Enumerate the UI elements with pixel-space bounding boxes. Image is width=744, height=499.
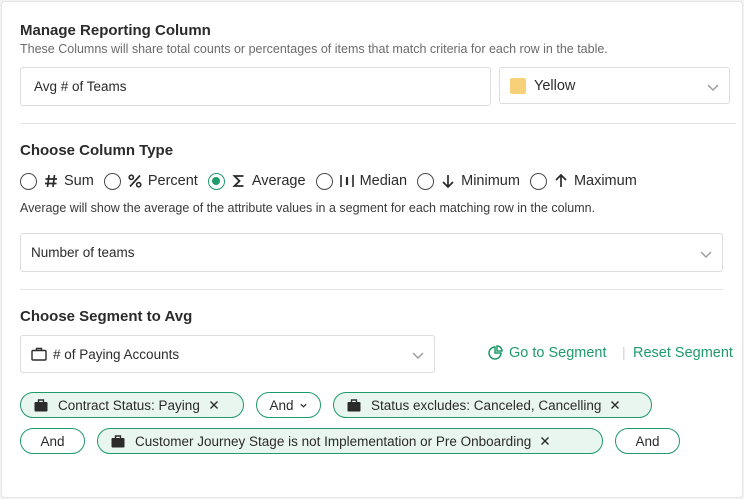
conjunction-button[interactable]: And [615,428,680,454]
radio-button-selected[interactable] [207,172,225,190]
radio-label-percent: Percent [147,173,198,189]
conjunction-label: And [40,433,65,449]
radio-label-maximum: Maximum [573,173,637,189]
color-swatch [510,77,526,94]
column-type-title: Choose Column Type [20,142,174,159]
close-icon[interactable] [209,400,219,410]
close-icon[interactable] [610,400,620,410]
segment-select-value: # of Paying Accounts [53,346,180,362]
radio-button[interactable] [417,172,435,190]
briefcase-icon [34,398,48,411]
chevron-down-icon [299,403,307,408]
reporting-column-panel: Manage Reporting Column These Columns wi… [1,1,743,498]
filter-chip-journey-stage[interactable]: Customer Journey Stage is not Implementa… [97,428,603,454]
radio-average[interactable]: Average [207,172,306,190]
chevron-down-icon [700,251,712,258]
arrow-down-icon [440,172,456,190]
filter-chip-label: Contract Status: Paying [58,397,200,413]
color-select[interactable]: Yellow [499,67,730,104]
radio-median[interactable]: Median [315,172,408,190]
filter-chip-label: Status excludes: Canceled, Cancelling [371,397,602,413]
segment-title: Choose Segment to Avg [20,308,193,325]
conjunction-label: And [269,397,294,413]
radio-button[interactable] [315,172,333,190]
column-name-value: Avg # of Teams [34,79,127,94]
column-name-input[interactable]: Avg # of Teams [20,67,491,106]
arrow-up-icon [553,172,569,190]
briefcase-icon [347,398,361,411]
column-type-help: Average will show the average of the att… [20,201,596,215]
close-icon[interactable] [540,436,550,446]
radio-button[interactable] [20,172,37,190]
radio-label-median: Median [359,173,408,189]
hash-icon [43,172,59,190]
attribute-select-value: Number of teams [31,245,135,260]
go-to-segment-link[interactable]: Go to Segment [487,345,607,361]
median-icon [339,172,355,190]
radio-button[interactable] [103,172,121,190]
filter-chip-status-excludes[interactable]: Status excludes: Canceled, Cancelling [333,392,652,418]
color-select-value: Yellow [534,77,576,94]
link-separator: | [622,344,626,360]
radio-label-sum: Sum [64,173,94,189]
chevron-down-icon [412,352,424,359]
briefcase-icon [111,434,125,447]
radio-button[interactable] [529,172,547,190]
divider [20,123,736,124]
radio-label-minimum: Minimum [461,173,520,189]
go-to-segment-label: Go to Segment [509,345,607,361]
briefcase-icon [31,347,47,361]
attribute-select[interactable]: Number of teams [20,233,723,272]
radio-maximum[interactable]: Maximum [529,172,637,190]
filter-chip-label: Customer Journey Stage is not Implementa… [135,433,532,449]
radio-label-average: Average [251,173,306,189]
pie-chart-icon [488,345,503,360]
segment-select[interactable]: # of Paying Accounts [20,335,435,373]
divider [20,289,723,290]
chevron-down-icon [707,84,719,91]
conjunction-dropdown[interactable]: And [256,392,321,418]
radio-minimum[interactable]: Minimum [417,172,520,190]
filter-chip-contract-status[interactable]: Contract Status: Paying [20,392,244,418]
sigma-icon [231,172,247,190]
radio-sum[interactable]: Sum [20,172,94,190]
page-title: Manage Reporting Column [20,22,211,39]
page-subtitle: These Columns will share total counts or… [20,42,608,56]
conjunction-button[interactable]: And [20,428,85,454]
percent-icon [127,172,143,190]
radio-percent[interactable]: Percent [103,172,198,190]
column-type-options: Sum Percent Average Median Minimum Maxim… [20,170,647,192]
conjunction-label: And [635,433,660,449]
reset-segment-link[interactable]: Reset Segment [633,345,733,361]
